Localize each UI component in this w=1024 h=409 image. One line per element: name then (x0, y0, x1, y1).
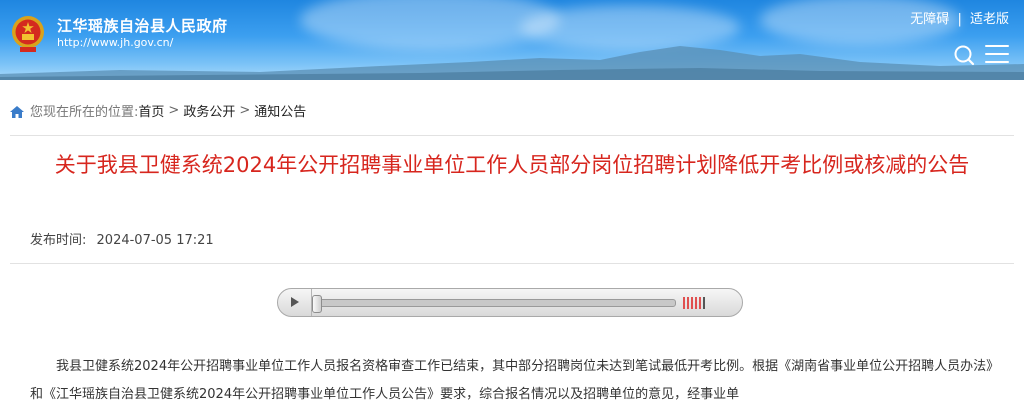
elderly-mode-link[interactable]: 适老版 (970, 12, 1009, 27)
breadcrumb-divider (10, 135, 1014, 136)
publish-info: 发布时间: 2024-07-05 17:21 (30, 229, 214, 248)
breadcrumb-prefix: 您现在所在的位置: (30, 104, 139, 120)
article-title: 关于我县卫健系统2024年公开招聘事业单位工作人员部分岗位招聘计划降低开考比例或… (54, 153, 970, 177)
play-icon (291, 297, 299, 307)
progress-knob[interactable] (312, 295, 322, 313)
accessibility-link[interactable]: 无障碍 (910, 12, 949, 27)
site-header: 江华瑶族自治县人民政府 http://www.jh.gov.cn/ 无障碍 | … (0, 0, 1024, 80)
play-button[interactable] (278, 289, 312, 316)
publish-label: 发布时间: (30, 233, 87, 248)
article-body: 我县卫健系统2024年公开招聘事业单位工作人员报名资格审查工作已结束，其中部分招… (30, 359, 993, 402)
site-url[interactable]: http://www.jh.gov.cn/ (57, 36, 173, 49)
volume-control[interactable] (683, 297, 705, 309)
breadcrumb-home[interactable]: 首页 (138, 101, 164, 120)
national-emblem-icon (12, 16, 44, 52)
breadcrumb-separator: > (239, 102, 251, 118)
audio-player (277, 288, 743, 317)
publish-time: 2024-07-05 17:21 (96, 233, 214, 248)
breadcrumb-notices[interactable]: 通知公告 (254, 101, 306, 120)
menu-icon[interactable] (985, 45, 1009, 65)
breadcrumb-government-affairs[interactable]: 政务公开 (183, 101, 235, 120)
top-links: 无障碍 | 适老版 (910, 8, 1009, 27)
link-separator: | (957, 12, 962, 27)
site-title[interactable]: 江华瑶族自治县人民政府 (57, 15, 228, 36)
title-divider (10, 263, 1014, 264)
search-icon[interactable] (953, 44, 975, 66)
progress-track[interactable] (316, 299, 676, 307)
breadcrumb: 您现在所在的位置: 首页 > 政务公开 > 通知公告 (10, 100, 306, 120)
home-icon (10, 106, 24, 118)
breadcrumb-separator: > (168, 102, 180, 118)
